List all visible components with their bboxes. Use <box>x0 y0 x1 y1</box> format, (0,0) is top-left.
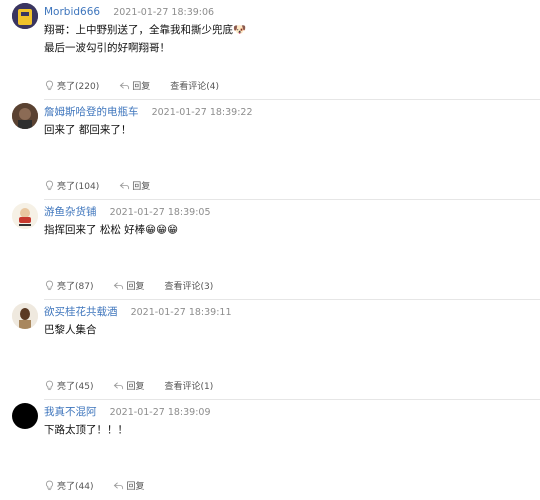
like-count: 亮了(104) <box>57 181 100 192</box>
comment-timestamp: 2021-01-27 18:39:11 <box>130 307 232 318</box>
like-button[interactable]: 亮了(44) <box>44 479 93 492</box>
reply-icon <box>114 481 124 489</box>
reply-button[interactable]: 回复 <box>113 379 145 392</box>
reply-icon <box>119 181 130 189</box>
view-replies-label: 查看评论(4) <box>170 81 219 92</box>
username-link[interactable]: 游鱼杂货铺 <box>44 206 97 218</box>
lightbulb-icon <box>46 280 53 290</box>
view-replies-link[interactable]: 查看评论(4) <box>170 79 219 92</box>
comment-text: 指挥回来了 松松 好棒😁😁😁 <box>44 224 179 236</box>
comment-timestamp: 2021-01-27 18:39:22 <box>151 107 253 118</box>
avatar[interactable] <box>12 303 38 329</box>
reply-icon <box>114 381 124 389</box>
comment-item: 詹姆斯哈登的电瓶车 2021-01-27 18:39:22 回来了 都回来了！ … <box>0 100 540 200</box>
lightbulb-icon <box>46 80 53 90</box>
like-count: 亮了(220) <box>57 81 100 92</box>
lightbulb-icon <box>46 180 53 190</box>
comment-timestamp: 2021-01-27 18:39:05 <box>109 207 211 218</box>
avatar[interactable] <box>12 3 38 29</box>
lightbulb-icon <box>46 380 53 390</box>
comment-text: 回来了 都回来了！ <box>44 124 132 136</box>
reply-icon <box>119 81 130 89</box>
comment-text: 下路太顶了！！！ <box>44 424 128 436</box>
comment-text: 巴黎人集合 <box>44 324 97 336</box>
comment-item: 我真不混阿 2021-01-27 18:39:09 下路太顶了！！！ 亮了(44… <box>0 400 540 500</box>
like-count: 亮了(45) <box>57 381 94 392</box>
view-replies-link[interactable]: 查看评论(3) <box>165 279 214 292</box>
reply-button[interactable]: 回复 <box>119 79 150 92</box>
reply-icon <box>114 281 124 289</box>
lightbulb-icon <box>46 480 53 490</box>
like-button[interactable]: 亮了(45) <box>44 379 93 392</box>
avatar[interactable] <box>12 203 38 229</box>
reply-label: 回复 <box>126 381 145 392</box>
comment-item: 欲买桂花共载酒 2021-01-27 18:39:11 巴黎人集合 亮了(45)… <box>0 300 540 400</box>
comment-item: Morbid666 2021-01-27 18:39:06 翔哥：上中野别送了，… <box>0 0 540 100</box>
like-button[interactable]: 亮了(104) <box>44 179 99 192</box>
like-count: 亮了(87) <box>57 281 94 292</box>
avatar[interactable] <box>12 103 38 129</box>
reply-label: 回复 <box>132 81 151 92</box>
view-replies-link[interactable]: 查看评论(1) <box>165 379 214 392</box>
username-link[interactable]: 我真不混阿 <box>44 406 97 418</box>
username-link[interactable]: 詹姆斯哈登的电瓶车 <box>44 106 139 118</box>
view-replies-label: 查看评论(1) <box>164 381 214 392</box>
username-link[interactable]: Morbid666 <box>44 6 100 18</box>
view-replies-label: 查看评论(3) <box>164 281 214 292</box>
comment-timestamp: 2021-01-27 18:39:09 <box>109 407 211 418</box>
reply-label: 回复 <box>132 181 151 192</box>
comment-item: 游鱼杂货铺 2021-01-27 18:39:05 指挥回来了 松松 好棒😁😁😁… <box>0 200 540 300</box>
reply-button[interactable]: 回复 <box>119 179 150 192</box>
reply-button[interactable]: 回复 <box>113 279 145 292</box>
reply-button[interactable]: 回复 <box>113 479 145 492</box>
username-link[interactable]: 欲买桂花共载酒 <box>44 306 118 318</box>
avatar[interactable] <box>12 403 38 429</box>
like-button[interactable]: 亮了(220) <box>44 79 99 92</box>
comment-text: 翔哥：上中野别送了，全靠我和撕少兜底🐶 最后一波勾引的好啊翔哥！ <box>44 24 247 54</box>
reply-label: 回复 <box>126 281 145 292</box>
like-button[interactable]: 亮了(87) <box>44 279 93 292</box>
comment-timestamp: 2021-01-27 18:39:06 <box>113 7 215 18</box>
like-count: 亮了(44) <box>57 481 94 492</box>
reply-label: 回复 <box>126 481 145 492</box>
